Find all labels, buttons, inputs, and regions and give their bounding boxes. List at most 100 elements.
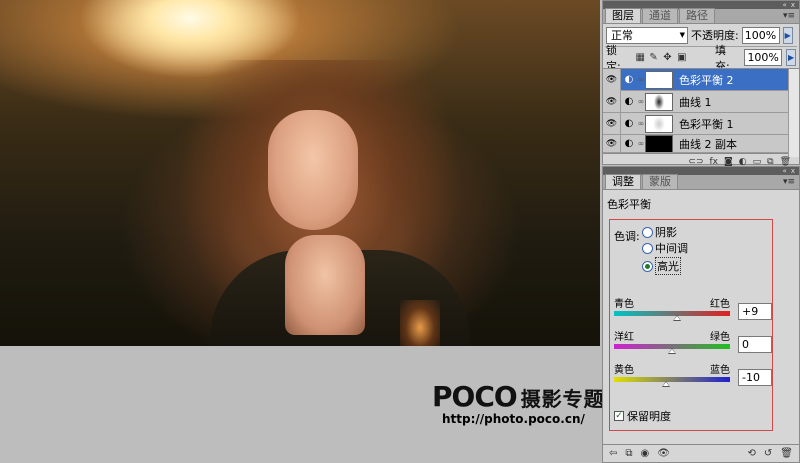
link-layers-icon[interactable]: ⊂⊃: [688, 157, 703, 167]
fill-arrow-icon[interactable]: ▶: [786, 49, 796, 66]
watermark: POCO 摄影专题 http://photo.poco.cn/: [432, 380, 605, 427]
radio-circle-icon[interactable]: [642, 260, 653, 272]
collapse-icon[interactable]: «: [783, 167, 787, 175]
adjustments-footer: ⇦ ⧉ ◉ 👁 ⟲ ↺ 🗑: [603, 444, 799, 462]
collapse-icon[interactable]: «: [783, 1, 787, 9]
photo-face: [268, 110, 358, 230]
layer-row[interactable]: 👁 ◐ ∞ 曲线 1: [603, 90, 788, 113]
layers-panel: « x 图层 通道 路径 ▾≡ 正常 不透明度: 100% ▶ 锁定: ▦ ✎ …: [602, 0, 800, 167]
radio-highlights[interactable]: 高光: [642, 257, 681, 275]
eye-icon[interactable]: 👁: [603, 112, 621, 135]
layer-name: 色彩平衡 2: [679, 73, 734, 87]
close-icon[interactable]: x: [791, 167, 795, 175]
new-group-icon[interactable]: ▭: [753, 157, 762, 167]
radio-circle-icon[interactable]: [642, 242, 653, 254]
blend-row: 正常 不透明度: 100% ▶: [603, 24, 799, 46]
layer-mask-thumbnail[interactable]: [645, 70, 673, 89]
close-icon[interactable]: x: [791, 1, 795, 9]
slider-value-field[interactable]: -10: [738, 369, 772, 386]
slider-track[interactable]: [614, 377, 730, 382]
slider-right-label: 绿色: [710, 332, 730, 343]
eye-icon[interactable]: 👁: [603, 68, 621, 91]
new-layer-icon[interactable]: ⧉: [767, 157, 773, 167]
radio-shadows[interactable]: 阴影: [642, 224, 677, 240]
expand-view-icon[interactable]: ⧉: [625, 448, 632, 459]
slider-left-label: 青色: [614, 299, 634, 310]
lock-all-icon[interactable]: ▣: [677, 52, 687, 63]
panel-menu-icon[interactable]: ▾≡: [783, 11, 795, 21]
tab-adjustments[interactable]: 调整: [605, 174, 641, 189]
lock-transparency-icon[interactable]: ▦: [635, 52, 645, 63]
adjustment-title: 色彩平衡: [607, 198, 651, 211]
layer-row[interactable]: 👁 ◐ ∞ 曲线 2 副本: [603, 135, 788, 153]
tab-channels[interactable]: 通道: [642, 8, 678, 23]
checkbox-check-icon[interactable]: ✓: [614, 411, 624, 421]
reset-icon[interactable]: ↺: [764, 448, 772, 459]
layers-tabs: 图层 通道 路径 ▾≡: [603, 8, 799, 24]
watermark-logo: POCO 摄影专题: [432, 380, 605, 413]
visibility-icon[interactable]: 👁: [657, 448, 670, 459]
back-arrow-icon[interactable]: ⇦: [609, 448, 617, 459]
fx-icon[interactable]: fx: [710, 157, 719, 167]
preserve-luminosity-row[interactable]: ✓ 保留明度: [614, 408, 671, 424]
lock-move-icon[interactable]: ✥: [663, 52, 673, 63]
chain-icon[interactable]: ∞: [637, 97, 645, 106]
layer-mask-thumbnail[interactable]: [645, 92, 673, 111]
blend-mode-select[interactable]: 正常: [606, 26, 688, 44]
radio-midtones[interactable]: 中间调: [642, 240, 688, 256]
slider-value-field[interactable]: 0: [738, 336, 772, 353]
layer-row[interactable]: 👁 ◐ ∞ 色彩平衡 1: [603, 112, 788, 135]
opacity-arrow-icon[interactable]: ▶: [782, 26, 793, 44]
panel-menu-icon[interactable]: ▾≡: [783, 177, 795, 187]
add-mask-icon[interactable]: ◙: [724, 157, 733, 167]
slider-track[interactable]: [614, 311, 730, 316]
fill-field[interactable]: 100%: [744, 49, 783, 66]
layer-name: 曲线 2 副本: [679, 137, 737, 151]
layer-list: 👁 ◐ ∞ 色彩平衡 2 👁 ◐ ∞ 曲线 1 👁 ◐ ∞ 色彩平衡 1 👁 ◐…: [603, 68, 799, 157]
eye-icon[interactable]: 👁: [603, 135, 621, 152]
watermark-url: http://photo.poco.cn/: [442, 412, 585, 426]
slider-value-field[interactable]: +9: [738, 303, 772, 320]
layer-mask-thumbnail[interactable]: [645, 114, 673, 133]
new-adjustment-icon[interactable]: ◐: [739, 157, 747, 167]
adjustment-layer-icon: ◐: [624, 74, 634, 85]
adjustment-layer-icon: ◐: [624, 138, 634, 149]
adjustment-layer-icon: ◐: [624, 96, 634, 107]
layers-scrollbar[interactable]: [788, 69, 799, 157]
radio-circle-icon[interactable]: [642, 226, 653, 238]
photo-lens-flare: [400, 300, 440, 346]
delete-adjustment-icon[interactable]: 🗑: [780, 448, 793, 459]
tone-label: 色调:: [614, 230, 640, 243]
slider-right-label: 红色: [710, 299, 730, 310]
magenta-green-slider[interactable]: 洋红 绿色 0: [614, 328, 772, 354]
adjustment-layer-icon: ◐: [624, 118, 634, 129]
tab-paths[interactable]: 路径: [679, 8, 715, 23]
chain-icon[interactable]: ∞: [637, 119, 645, 128]
cyan-red-slider[interactable]: 青色 红色 +9: [614, 295, 772, 321]
layer-row[interactable]: 👁 ◐ ∞ 色彩平衡 2: [603, 68, 788, 91]
lock-brush-icon[interactable]: ✎: [649, 52, 659, 63]
chain-icon[interactable]: ∞: [637, 75, 645, 84]
yellow-blue-slider[interactable]: 黄色 蓝色 -10: [614, 361, 772, 387]
slider-left-label: 洋红: [614, 332, 634, 343]
view-previous-icon[interactable]: ⟲: [748, 448, 756, 459]
color-balance-controls: 色调: 阴影 中间调 高光 青色 红色 +9 洋红 绿色 0 黄色 蓝色 -10…: [609, 219, 773, 431]
layer-name: 曲线 1: [679, 95, 712, 109]
photo-hands: [285, 235, 365, 335]
chain-icon[interactable]: ∞: [637, 139, 645, 148]
eye-icon[interactable]: 👁: [603, 90, 621, 113]
slider-thumb-icon[interactable]: [668, 348, 676, 354]
delete-layer-icon[interactable]: 🗑: [780, 157, 791, 167]
tab-layers[interactable]: 图层: [605, 8, 641, 23]
slider-thumb-icon[interactable]: [673, 315, 682, 321]
slider-right-label: 蓝色: [710, 365, 730, 376]
adjustments-tabs: 调整 蒙版 ▾≡: [603, 174, 799, 190]
tab-masks[interactable]: 蒙版: [642, 174, 678, 189]
adjustments-panel: « x 调整 蒙版 ▾≡ 色彩平衡 色调: 阴影 中间调 高光 青色 红色 +9: [602, 166, 800, 463]
layer-mask-thumbnail[interactable]: [645, 135, 673, 152]
opacity-field[interactable]: 100%: [741, 26, 780, 44]
photo-canvas[interactable]: [0, 0, 600, 346]
preserve-luminosity-label: 保留明度: [627, 410, 671, 423]
slider-thumb-icon[interactable]: [662, 381, 671, 387]
clip-layer-icon[interactable]: ◉: [641, 448, 650, 459]
